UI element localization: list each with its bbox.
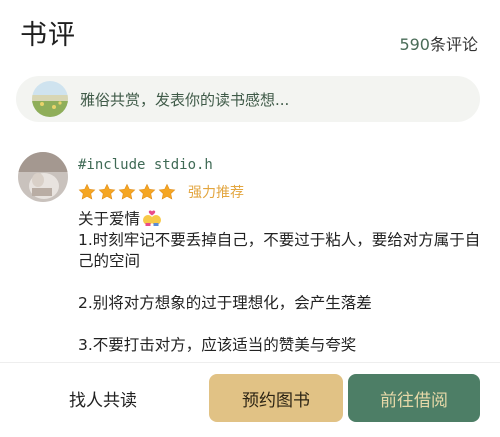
comment-count-number: 590 [399,35,430,54]
review-line: 1.时刻牢记不要丢掉自己，不要过于粘人，要给对方属于自己的空间 [78,231,481,270]
review-line: 3.不要打击对方，应该适当的赞美与夸奖 [78,336,357,354]
review-line: 2.别将对方想象的过于理想化，会产生落差 [78,294,372,312]
star-icon [118,183,136,200]
rating-label: 强力推荐 [188,185,244,201]
review-content: 关于爱情 1.时刻牢记不要丢掉自己，不要过于粘人，要给对方属于自己的空间 2.别… [78,209,486,356]
star-icon [78,183,96,200]
bottom-action-bar: 找人共读 预约图书 前往借阅 [0,362,500,437]
reserve-book-button[interactable]: 预约图书 [209,374,343,422]
comment-count-suffix: 条评论 [429,35,478,54]
comment-input-placeholder: 雅俗共赏，发表你的读书感想... [80,90,290,109]
user-avatar [32,81,68,117]
star-icon [158,183,176,200]
page-title: 书评 [20,20,76,51]
review-line: 关于爱情 [78,209,486,230]
reviewer-avatar-image [18,152,68,202]
star-icon [138,183,156,200]
go-borrow-button[interactable]: 前往借阅 [348,374,480,422]
find-co-reader-button[interactable]: 找人共读 [30,374,176,422]
comment-count[interactable]: 590条评论 [399,34,478,56]
review-body: #include stdio.h 强力推荐 关于爱情 1.时刻牢记不要丢掉自己，… [78,152,486,356]
kissing-couple-emoji-icon [143,210,162,226]
star-icon [98,183,116,200]
reviewer-avatar[interactable] [18,152,68,202]
review-line-text: 关于爱情 [78,210,141,228]
comment-input-bar[interactable]: 雅俗共赏，发表你的读书感想... [16,76,480,122]
star-rating: 强力推荐 [78,181,486,203]
user-avatar-image [32,81,68,117]
reviewer-name[interactable]: #include stdio.h [78,155,486,175]
